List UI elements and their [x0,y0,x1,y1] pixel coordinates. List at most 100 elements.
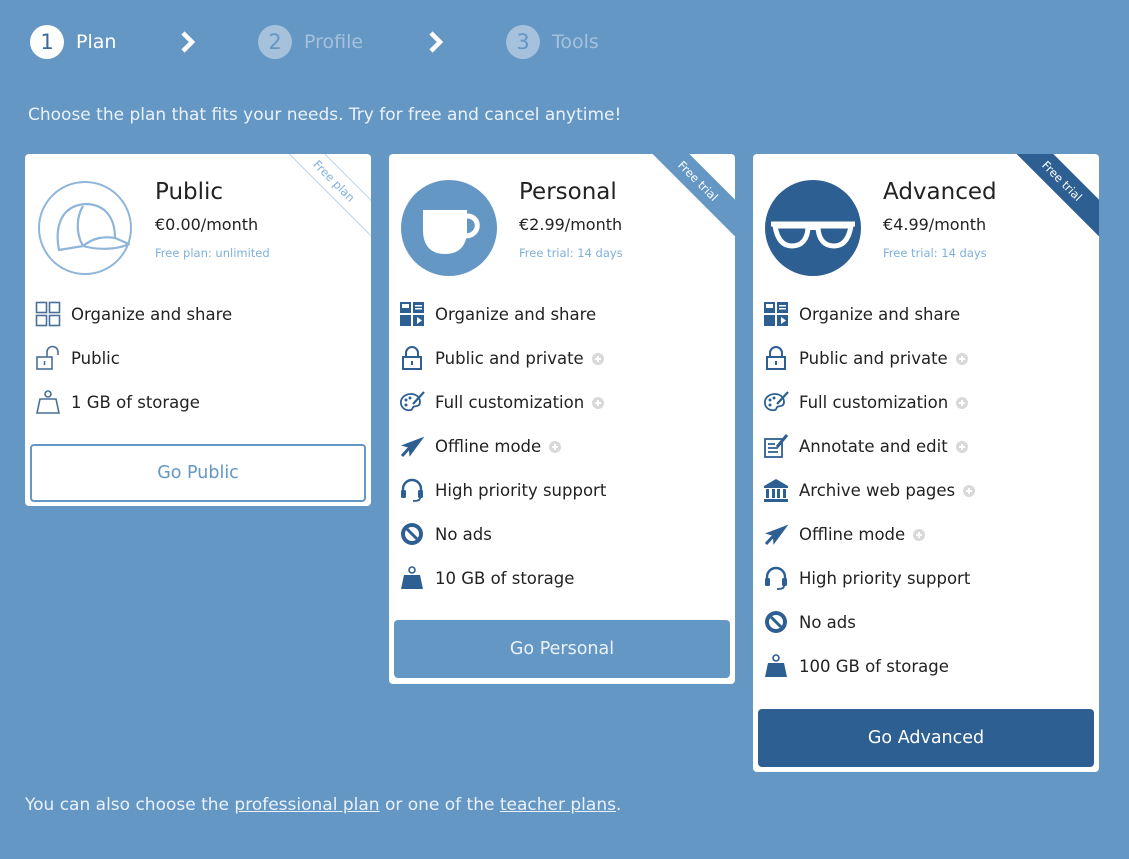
info-icon[interactable] [591,353,604,365]
no-ads-icon [401,523,423,545]
list-item: Full customization [389,380,735,424]
airplane-icon [400,436,425,458]
feature-label: High priority support [435,480,607,500]
feature-label: 100 GB of storage [799,656,949,676]
feature-label: No ads [799,612,856,632]
feature-label: Public and private [435,348,584,368]
free-trial-ribbon: Free trial [999,154,1099,244]
feature-label: Annotate and edit [799,436,948,456]
feature-list: Organize and share Public and private Fu… [389,292,735,600]
plan-price: €2.99/month [519,215,623,234]
info-icon[interactable] [956,397,969,409]
feature-label: Offline mode [435,436,542,456]
feature-list: Organize and share Public and private Fu… [753,292,1099,688]
step-profile[interactable]: 2 Profile [258,22,363,62]
list-item: 10 GB of storage [389,556,735,600]
plan-header: Personal €2.99/month Free trial: 14 days… [389,154,735,282]
list-item: 1 GB of storage [25,380,371,424]
info-icon[interactable] [913,529,926,541]
feature-label: Organize and share [71,304,233,324]
feature-label: Full customization [799,392,949,412]
go-public-button[interactable]: Go Public [30,444,366,502]
feature-label: Archive web pages [799,480,956,500]
padlock-icon [402,346,422,370]
list-item: Archive web pages [753,468,1099,512]
free-trial-ribbon: Free trial [635,154,735,244]
list-item: High priority support [389,468,735,512]
info-icon[interactable] [963,485,976,497]
list-item: Full customization [753,380,1099,424]
plan-header: Advanced €4.99/month Free trial: 14 days… [753,154,1099,282]
plan-name: Personal [519,179,617,205]
palette-icon [763,391,789,412]
list-item: Organize and share [25,292,371,336]
list-item: Organize and share [753,292,1099,336]
weight-icon [36,390,60,414]
plan-price: €0.00/month [155,215,259,234]
info-icon[interactable] [955,353,968,365]
teacher-plans-link[interactable]: teacher plans [500,795,616,815]
feature-label: Public [71,348,120,368]
list-item: Public and private [389,336,735,380]
list-item: Public and private [753,336,1099,380]
airplane-icon [764,524,789,546]
plan-card-public: Public €0.00/month Free plan: unlimited … [25,154,371,506]
feature-label: Offline mode [799,524,906,544]
plan-name: Public [155,179,224,205]
plan-note: Free trial: 14 days [519,246,623,260]
feature-label: 1 GB of storage [71,392,200,412]
list-item: No ads [753,600,1099,644]
feature-label: Public and private [799,348,948,368]
footer-prefix: You can also choose the [25,795,229,815]
feature-label: 10 GB of storage [435,568,575,588]
step-number: 2 [258,25,292,59]
plan-note: Free trial: 14 days [883,246,987,260]
intro-text: Choose the plan that fits your needs. Tr… [28,105,622,125]
step-label: Tools [552,31,599,53]
unlocked-padlock-icon [36,345,59,370]
step-number: 1 [30,25,64,59]
step-label: Plan [76,31,117,53]
plan-note: Free plan: unlimited [155,246,270,260]
step-label: Profile [304,31,364,53]
step-number: 3 [506,25,540,59]
info-icon[interactable] [549,441,562,453]
plan-header: Public €0.00/month Free plan: unlimited … [25,154,371,282]
list-item: High priority support [753,556,1099,600]
annotate-icon [764,434,789,458]
feature-list: Organize and share Public 1 GB of storag… [25,292,371,424]
professional-plan-link[interactable]: professional plan [234,795,379,815]
footer-middle: or one of the [384,795,495,815]
no-ads-icon [765,611,787,633]
feature-label: Organize and share [799,304,961,324]
list-item: Offline mode [389,424,735,468]
media-grid-icon [764,302,788,326]
footer-suffix: . [615,795,622,815]
feature-label: High priority support [799,568,971,588]
feature-label: Full customization [435,392,585,412]
plan-card-advanced: Advanced €4.99/month Free trial: 14 days… [753,154,1099,772]
go-advanced-button[interactable]: Go Advanced [758,709,1094,767]
cup-icon [401,180,497,276]
weight-icon [765,654,787,677]
list-item: 100 GB of storage [753,644,1099,688]
feature-label: No ads [435,524,492,544]
feature-label: Organize and share [435,304,597,324]
footer-text: You can also choose the professional pla… [25,795,621,815]
media-grid-icon [400,302,424,326]
padlock-icon [766,346,786,370]
list-item: Annotate and edit [753,424,1099,468]
list-item: Offline mode [753,512,1099,556]
step-tools[interactable]: 3 Tools [506,22,599,62]
headset-icon [401,478,423,502]
info-icon[interactable] [592,397,605,409]
chevron-right-icon [429,31,444,53]
list-item: Organize and share [389,292,735,336]
info-icon[interactable] [955,441,968,453]
go-personal-button[interactable]: Go Personal [394,620,730,678]
list-item: Public [25,336,371,380]
cap-icon [38,181,132,275]
list-item: No ads [389,512,735,556]
step-plan[interactable]: 1 Plan [30,22,116,62]
archive-icon [764,479,788,502]
